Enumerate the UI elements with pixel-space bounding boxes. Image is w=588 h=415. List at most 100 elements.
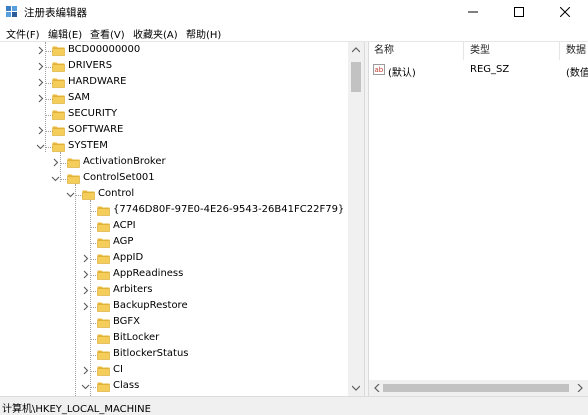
tree-node[interactable]: SYSTEM <box>0 139 348 155</box>
column-header-name[interactable]: 名称 <box>374 42 394 60</box>
tree-node-label: BitLocker <box>113 332 160 343</box>
folder-icon <box>97 222 110 232</box>
value-row[interactable]: ab (默认) REG_SZ (数值 <box>369 62 588 79</box>
tree-node[interactable]: {7746D80F-97E0-4E26-9543-26B41FC22F79} <box>0 203 348 219</box>
close-icon <box>560 7 570 17</box>
folder-icon <box>97 366 110 376</box>
folder-icon <box>97 206 110 216</box>
chevron-right-icon[interactable] <box>51 158 60 167</box>
value-name: (默认) <box>388 68 416 79</box>
tree-node-label: BitlockerStatus <box>113 348 189 359</box>
menu-help[interactable]: 帮助(H) <box>186 26 221 41</box>
window-title: 注册表编辑器 <box>24 7 87 19</box>
tree-node[interactable]: BackupRestore <box>0 299 348 315</box>
chevron-right-icon[interactable] <box>81 254 90 263</box>
folder-icon <box>52 78 65 88</box>
folder-icon <box>82 190 95 200</box>
menu-favorites[interactable]: 收藏夹(A) <box>133 26 178 41</box>
tree-node[interactable]: DRIVERS <box>0 59 348 75</box>
chevron-down-icon[interactable] <box>66 190 75 199</box>
folder-icon <box>97 334 110 344</box>
folder-icon <box>97 254 110 264</box>
tree-node-label: HARDWARE <box>68 76 127 87</box>
tree-node[interactable]: SOFTWARE <box>0 123 348 139</box>
chevron-right-icon[interactable] <box>36 126 45 135</box>
column-header-data[interactable]: 数据 <box>566 42 586 60</box>
tree-node[interactable]: BCD00000000 <box>0 43 348 59</box>
registry-editor-app-icon <box>6 6 17 17</box>
chevron-right-icon[interactable] <box>36 78 45 87</box>
chevron-down-icon <box>352 385 360 391</box>
folder-icon <box>52 142 65 152</box>
column-header-type[interactable]: 类型 <box>470 42 490 60</box>
registry-key-tree[interactable]: BCD00000000 DRIVERS HARDWARE SAM SECURITY SOF… <box>0 42 364 396</box>
tree-node[interactable]: AppID <box>0 251 348 267</box>
minimize-button[interactable] <box>450 0 496 24</box>
scroll-thumb[interactable] <box>351 62 361 92</box>
chevron-right-icon[interactable] <box>81 286 90 295</box>
menu-edit[interactable]: 编辑(E) <box>48 26 82 41</box>
menu-bar: 文件(F) 编辑(E) 查看(V) 收藏夹(A) 帮助(H) <box>0 24 588 42</box>
minimize-icon <box>468 11 478 13</box>
chevron-down-icon[interactable] <box>81 382 90 391</box>
tree-node[interactable]: ActivationBroker <box>0 155 348 171</box>
tree-node-label: Class <box>113 380 140 391</box>
chevron-right-icon[interactable] <box>36 62 45 71</box>
value-data: (数值 <box>566 68 588 79</box>
title-bar: 注册表编辑器 <box>0 0 588 24</box>
horizontal-scroll-thumb[interactable] <box>383 384 569 392</box>
tree-node[interactable]: SECURITY <box>0 107 348 123</box>
chevron-right-icon[interactable] <box>36 94 45 103</box>
tree-node[interactable]: BitlockerStatus <box>0 347 348 363</box>
folder-icon <box>97 302 110 312</box>
tree-node-label: BGFX <box>113 316 141 327</box>
tree-node-label: Control <box>98 188 135 199</box>
menu-view[interactable]: 查看(V) <box>90 26 125 41</box>
folder-icon <box>97 382 110 392</box>
scroll-down-button[interactable] <box>348 380 364 396</box>
chevron-right-icon[interactable] <box>36 46 45 55</box>
tree-node[interactable]: ControlSet001 <box>0 171 348 187</box>
tree-node-label: ActivationBroker <box>83 156 166 167</box>
tree-node-label: AppID <box>113 252 144 263</box>
maximize-button[interactable] <box>496 0 542 24</box>
tree-node[interactable]: ACPI <box>0 219 348 235</box>
tree-node[interactable]: AGP <box>0 235 348 251</box>
folder-icon <box>67 158 80 168</box>
column-separator[interactable] <box>559 42 560 60</box>
current-key-path: 计算机\HKEY_LOCAL_MACHINE <box>2 404 151 415</box>
chevron-right-icon[interactable] <box>81 366 90 375</box>
tree-node[interactable]: BGFX <box>0 315 348 331</box>
tree-node[interactable]: BitLocker <box>0 331 348 347</box>
folder-icon <box>52 94 65 104</box>
tree-node[interactable]: CI <box>0 363 348 379</box>
tree-node[interactable]: SAM <box>0 91 348 107</box>
close-button[interactable] <box>542 0 588 24</box>
tree-node-label: ControlSet001 <box>83 172 155 183</box>
tree-node[interactable]: Control <box>0 187 348 203</box>
tree-node[interactable]: Class <box>0 379 348 395</box>
chevron-right-icon[interactable] <box>81 302 90 311</box>
tree-node[interactable]: Arbiters <box>0 283 348 299</box>
folder-icon <box>52 46 65 56</box>
tree-vertical-scrollbar[interactable] <box>348 42 364 396</box>
string-value-icon: ab <box>373 64 385 75</box>
list-horizontal-scrollbar[interactable] <box>369 380 588 396</box>
tree-node-label: CI <box>113 364 123 375</box>
chevron-up-icon <box>352 47 360 53</box>
tree-node-label: ACPI <box>113 220 136 231</box>
registry-values-list[interactable]: 名称 类型 数据 ab (默认) REG_SZ (数值 <box>369 42 588 396</box>
chevron-down-icon[interactable] <box>36 142 45 151</box>
tree-node[interactable]: AppReadiness <box>0 267 348 283</box>
tree-node-label: BackupRestore <box>113 300 188 311</box>
folder-icon <box>97 238 110 248</box>
chevron-right-icon[interactable] <box>81 270 90 279</box>
folder-icon <box>97 286 110 296</box>
chevron-down-icon[interactable] <box>51 174 60 183</box>
tree-node[interactable]: HARDWARE <box>0 75 348 91</box>
scroll-up-button[interactable] <box>348 42 364 58</box>
tree-node-label: AGP <box>113 236 134 247</box>
scroll-right-button[interactable] <box>572 380 588 396</box>
menu-file[interactable]: 文件(F) <box>6 26 40 41</box>
column-separator[interactable] <box>463 42 464 60</box>
